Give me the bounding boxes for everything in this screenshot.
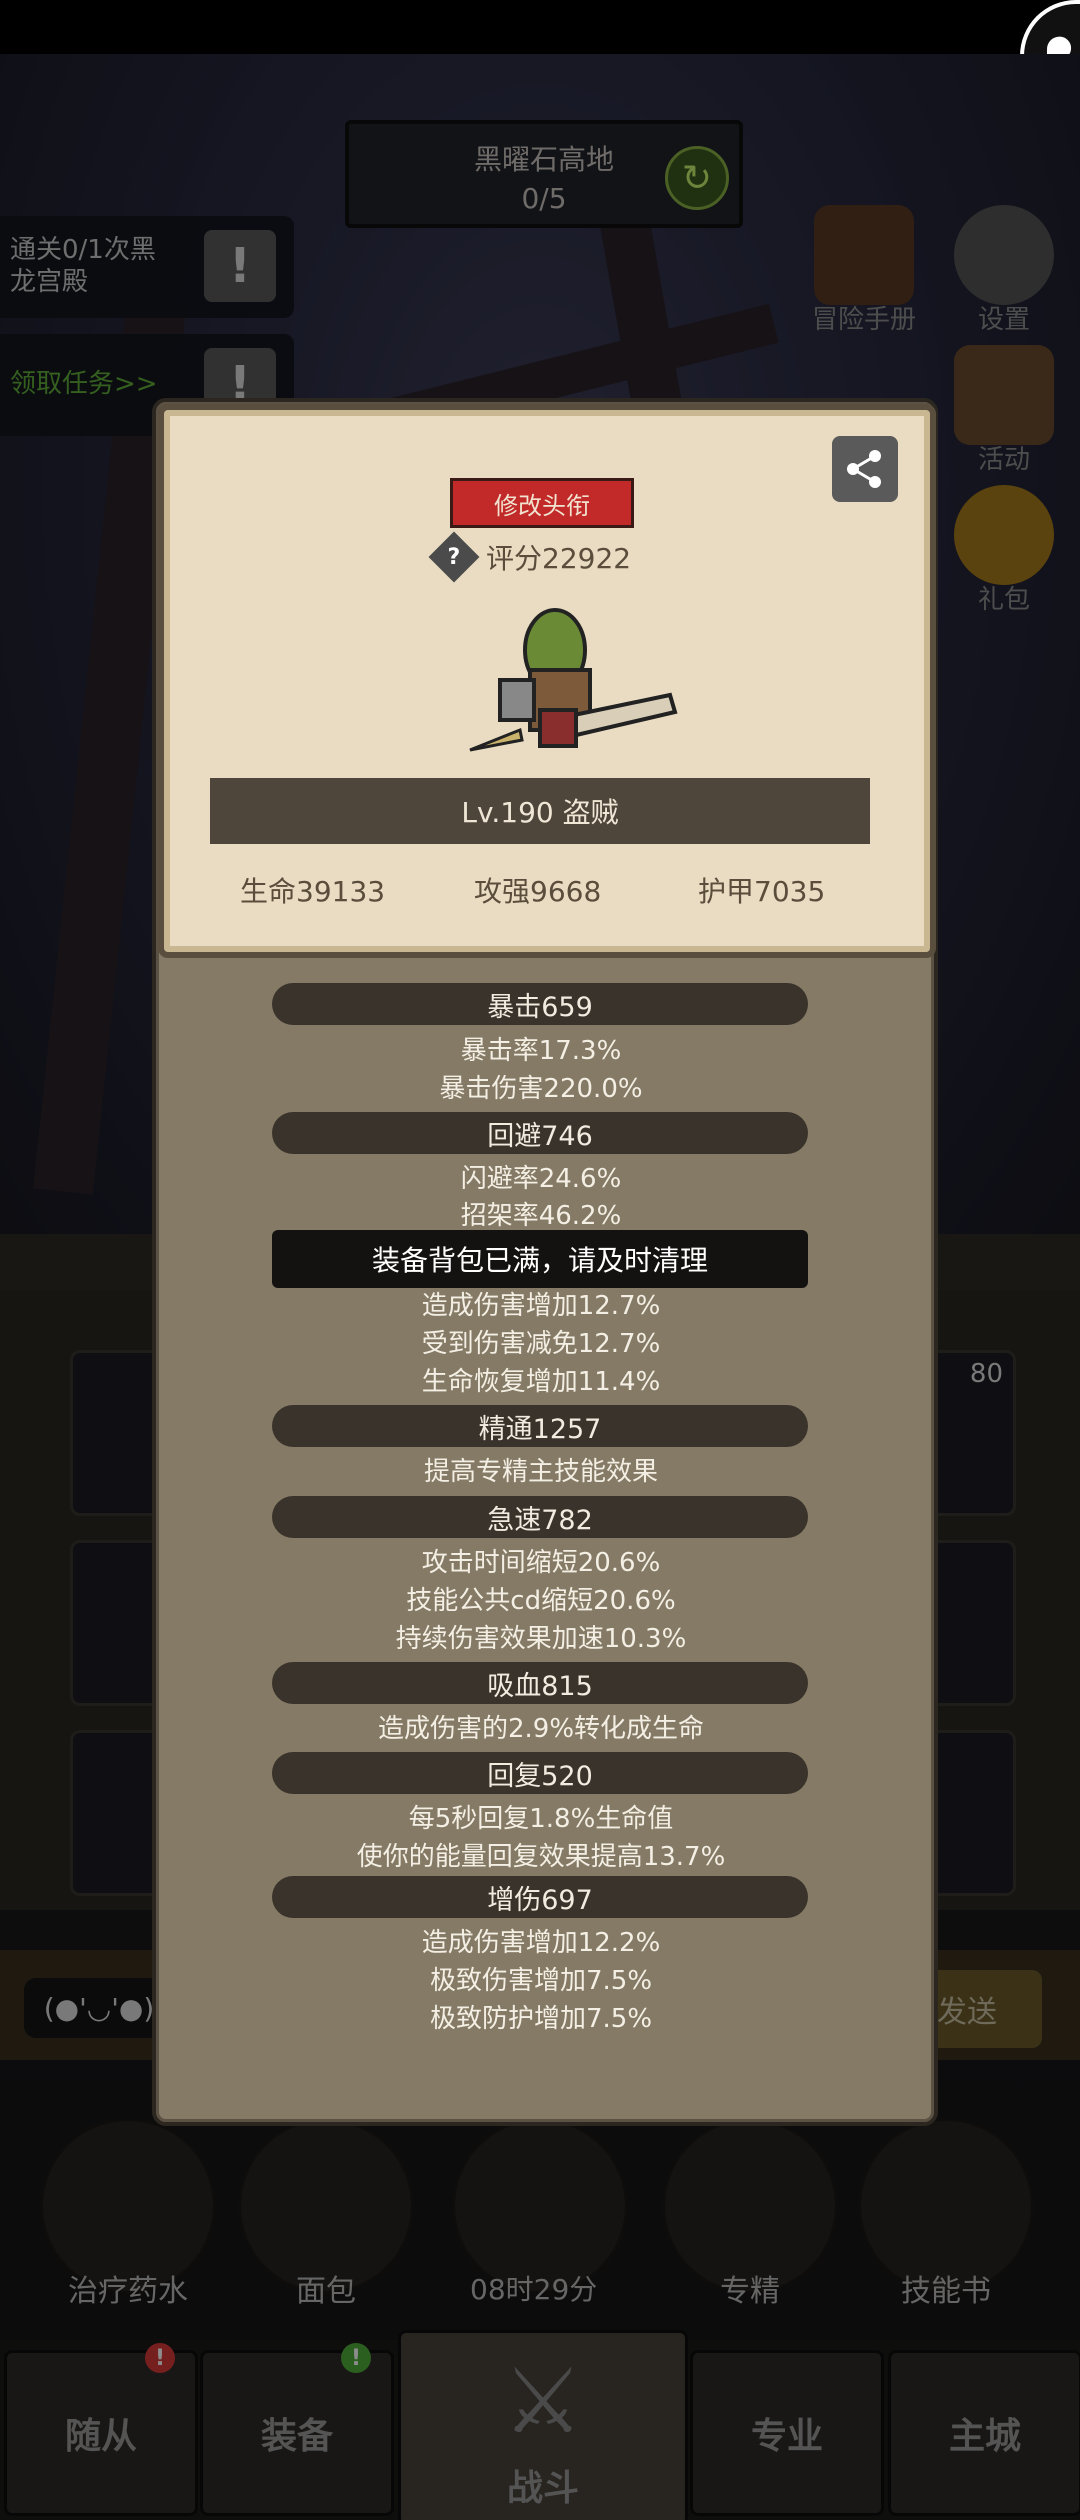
stat-armor: 护甲7035 — [698, 875, 826, 908]
help-icon[interactable]: ? — [428, 531, 480, 583]
stat-header-damage-bonus: 增伤697 — [272, 1876, 808, 1918]
stat-header-haste: 急速782 — [272, 1496, 808, 1538]
stat-line: 极致伤害增加7.5% — [429, 1966, 653, 1996]
share-icon — [847, 450, 881, 488]
bag-full-toast: 装备背包已满，请及时清理 — [272, 1230, 808, 1288]
stat-line: 生命恢复增加11.4% — [421, 1367, 661, 1397]
score-row: ? 评分22922 — [428, 531, 696, 583]
stat-line: 提高专精主技能效果 — [423, 1457, 658, 1487]
stat-health: 生命39133 — [240, 875, 386, 908]
stat-line: 每5秒回复1.8%生命值 — [408, 1804, 674, 1834]
share-button[interactable] — [832, 436, 898, 502]
score-value: 评分22922 — [486, 542, 632, 575]
stat-line: 造成伤害增加12.2% — [421, 1928, 661, 1958]
stat-header-lifesteal: 吸血815 — [272, 1662, 808, 1704]
stat-line: 受到伤害减免12.7% — [421, 1329, 661, 1359]
stat-line: 暴击伤害220.0% — [439, 1074, 643, 1104]
game-screen: ᖰ 黑曜石高地 0/5 ↻ 通关0/1次黑龙宫殿 ! 领取任务>> ! 冒险手册… — [0, 0, 1080, 2520]
stat-line: 造成伤害增加12.7% — [421, 1291, 661, 1321]
status-bar — [0, 0, 1080, 54]
stat-line: 招架率46.2% — [460, 1201, 622, 1231]
stat-header-mastery: 精通1257 — [272, 1405, 808, 1447]
stat-line: 造成伤害的2.9%转化成生命 — [377, 1714, 705, 1744]
stat-line: 使你的能量回复效果提高13.7% — [356, 1842, 726, 1872]
stat-header-crit: 暴击659 — [272, 983, 808, 1025]
level-class-bar: Lv.190 盗贼 — [210, 778, 870, 844]
stat-line: 技能公共cd缩短20.6% — [406, 1586, 676, 1616]
stat-line: 闪避率24.6% — [460, 1164, 622, 1194]
edit-title-button[interactable]: 修改头衔 — [450, 478, 634, 528]
stat-line: 攻击时间缩短20.6% — [421, 1548, 661, 1578]
stat-line: 极致防护增加7.5% — [429, 2004, 653, 2034]
stat-header-regen: 回复520 — [272, 1752, 808, 1794]
character-avatar — [469, 608, 678, 752]
stat-header-evasion: 回避746 — [272, 1112, 808, 1154]
stat-line: 暴击率17.3% — [460, 1036, 622, 1066]
stat-attack-power: 攻强9668 — [474, 875, 602, 908]
stat-line: 持续伤害效果加速10.3% — [395, 1624, 687, 1654]
